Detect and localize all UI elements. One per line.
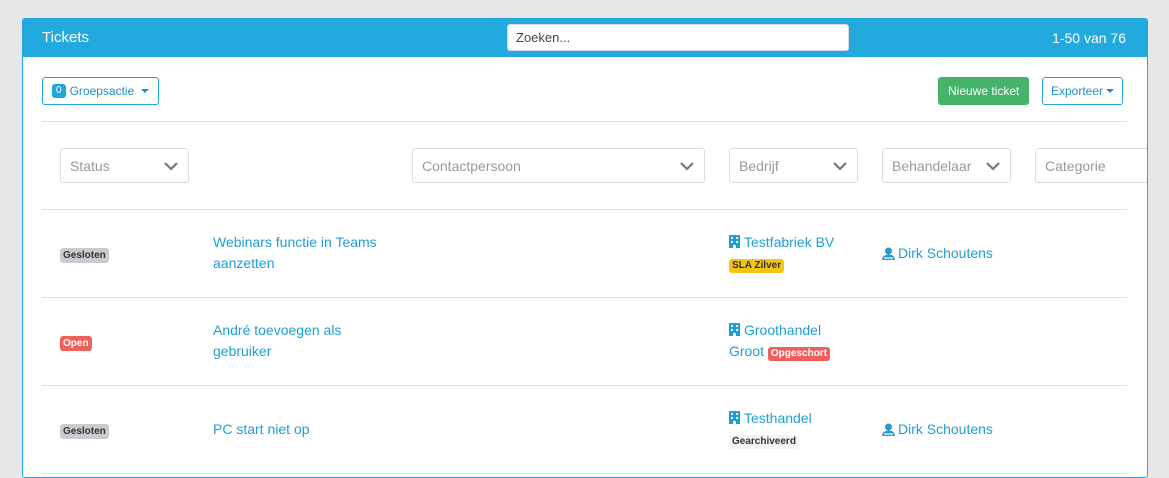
company-cell: Groothandel Groot Opgeschort — [729, 320, 859, 362]
tickets-panel: Tickets 1-50 van 76 0 Groepsactie Nieuwe… — [22, 18, 1148, 478]
company-link[interactable]: Testfabriek BV — [729, 234, 834, 250]
handler-link[interactable]: Dirk Schoutens — [882, 421, 993, 437]
toolbar: 0 Groepsactie Nieuwe ticket Exporteer — [23, 57, 1147, 121]
group-action-label: Groepsactie — [69, 84, 135, 98]
building-icon — [729, 323, 740, 336]
handler-link[interactable]: Dirk Schoutens — [882, 245, 993, 261]
page-title: Tickets — [42, 29, 89, 46]
status-badge: Gesloten — [60, 248, 109, 263]
archived-badge: Gearchiveerd — [729, 435, 799, 449]
pagination-count: 1-50 van 76 — [1052, 30, 1126, 46]
category-filter-label: Categorie — [1045, 157, 1106, 174]
company-cell: Testhandel Gearchiveerd — [729, 408, 859, 450]
ticket-subject-link[interactable]: PC start niet op — [213, 419, 403, 440]
export-button[interactable]: Exporteer — [1042, 77, 1124, 105]
company-name-line1: Groothandel — [744, 322, 822, 338]
export-label: Exporteer — [1051, 84, 1104, 98]
ticket-subject-link[interactable]: André toevoegen als gebruiker — [213, 320, 403, 362]
chevron-down-icon — [680, 162, 694, 171]
new-ticket-button[interactable]: Nieuwe ticket — [938, 77, 1030, 105]
handler-name: Dirk Schoutens — [898, 245, 993, 261]
company-link[interactable]: Testhandel — [729, 410, 812, 426]
selected-count-badge: 0 — [52, 84, 66, 98]
company-filter-label: Bedrijf — [739, 157, 779, 174]
table-row[interactable]: Gesloten PC start niet op Testhandel Gea… — [42, 386, 1127, 474]
caret-down-icon — [141, 89, 150, 93]
company-name: Testfabriek BV — [744, 234, 835, 250]
category-filter[interactable]: Categorie — [1035, 148, 1147, 183]
contact-filter-label: Contactpersoon — [422, 157, 521, 174]
table-row[interactable]: Gesloten Webinars functie in Teams aanze… — [42, 210, 1127, 298]
user-icon — [882, 247, 895, 260]
status-filter-label: Status — [70, 157, 110, 174]
company-filter[interactable]: Bedrijf — [729, 148, 858, 183]
contact-filter[interactable]: Contactpersoon — [412, 148, 705, 183]
status-badge: Open — [60, 336, 92, 351]
table-row[interactable]: Open André toevoegen als gebruiker Groot… — [42, 298, 1127, 386]
panel-header: Tickets 1-50 van 76 — [23, 19, 1147, 57]
group-action-button[interactable]: 0 Groepsactie — [42, 77, 160, 105]
suspended-badge: Opgeschort — [767, 347, 831, 361]
divider — [42, 121, 1127, 122]
building-icon — [729, 411, 740, 424]
status-badge: Gesloten — [60, 424, 109, 439]
company-name-line2: Groot — [729, 343, 765, 359]
handler-name: Dirk Schoutens — [898, 421, 993, 437]
status-filter[interactable]: Status — [60, 148, 189, 183]
chevron-down-icon — [986, 162, 1000, 171]
sla-badge: SLA Zilver — [729, 259, 785, 273]
handler-filter[interactable]: Behandelaar — [882, 148, 1011, 183]
ticket-subject-link[interactable]: Webinars functie in Teams aanzetten — [213, 232, 403, 274]
search-input[interactable] — [507, 24, 849, 51]
chevron-down-icon — [833, 162, 847, 171]
company-name: Testhandel — [744, 410, 812, 426]
handler-filter-label: Behandelaar — [892, 157, 972, 174]
caret-down-icon — [1106, 89, 1115, 93]
user-icon — [882, 423, 895, 436]
company-cell: Testfabriek BV SLA Zilver — [729, 232, 859, 274]
chevron-down-icon — [164, 162, 178, 171]
building-icon — [729, 235, 740, 248]
